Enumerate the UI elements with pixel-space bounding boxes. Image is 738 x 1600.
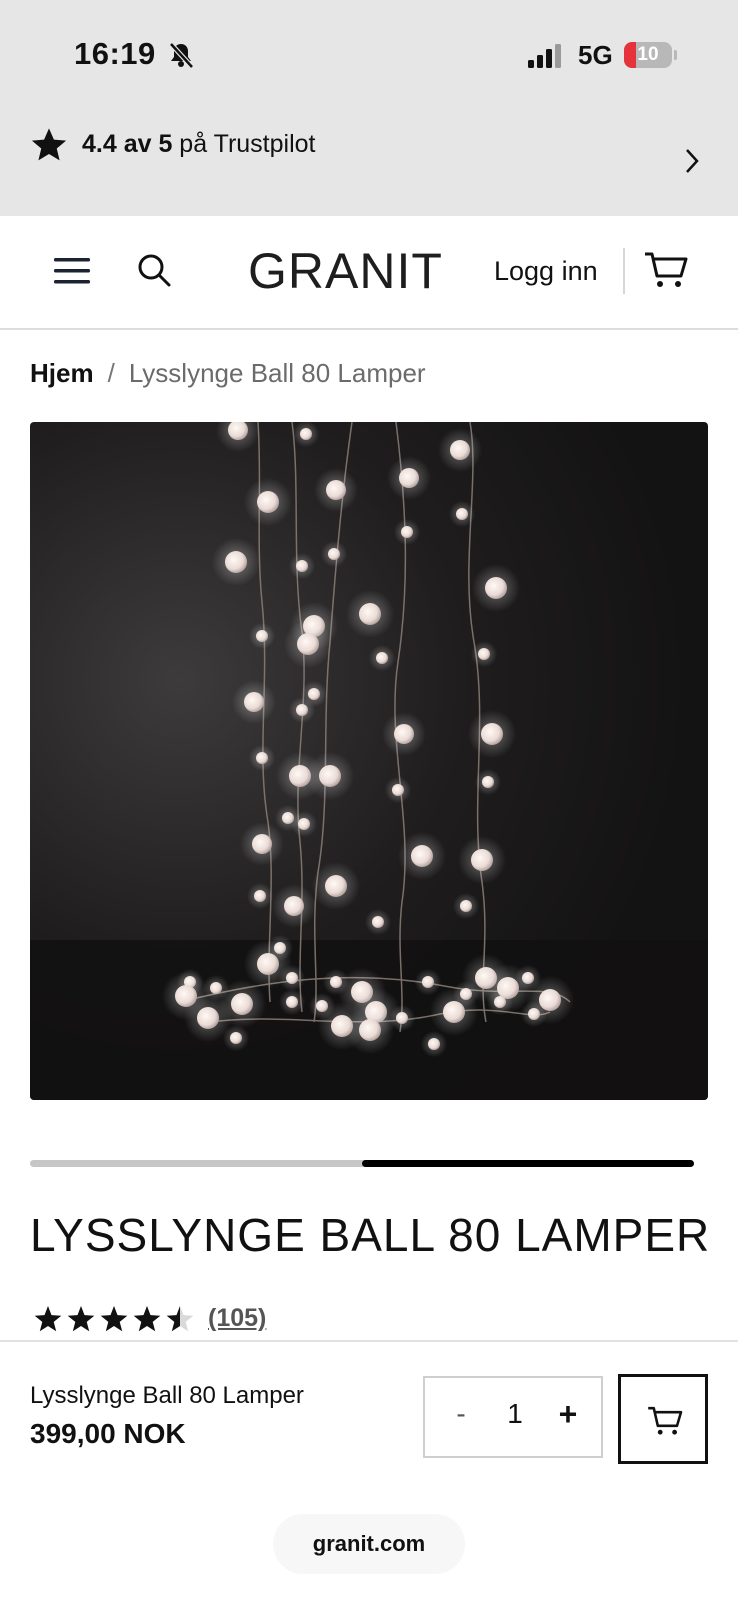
light-bulb <box>422 976 434 988</box>
purchase-bar-price: 399,00 NOK <box>30 1418 186 1449</box>
purchase-bar-product-name: Lysslynge Ball 80 Lamper <box>30 1382 304 1409</box>
browser-url-pill[interactable]: granit.com <box>273 1514 465 1574</box>
add-to-cart-button[interactable] <box>618 1374 708 1464</box>
light-bulb <box>256 630 268 642</box>
product-title: LYSSLYNGE BALL 80 LAMPER <box>30 1209 711 1261</box>
light-bulb <box>225 551 247 573</box>
light-bulb <box>308 688 320 700</box>
granit-logo[interactable]: GRANIT <box>248 242 443 300</box>
light-bulb <box>456 508 468 520</box>
light-bulb <box>478 648 490 660</box>
light-bulb <box>296 704 308 716</box>
light-bulb <box>326 480 346 500</box>
light-bulb <box>401 526 413 538</box>
light-bulb <box>450 440 470 460</box>
rating-stars-icon <box>34 1306 194 1332</box>
login-link[interactable]: Logg inn <box>494 256 598 287</box>
light-bulb <box>428 1038 440 1050</box>
add-to-cart-icon <box>648 1406 683 1435</box>
light-bulb <box>482 776 494 788</box>
quantity-stepper: - 1 + <box>423 1376 603 1458</box>
light-bulb <box>296 560 308 572</box>
light-bulb <box>254 890 266 902</box>
quantity-decrease-button[interactable]: - <box>449 1398 473 1430</box>
light-bulb <box>300 428 312 440</box>
header-divider <box>623 248 625 294</box>
light-bulb <box>460 900 472 912</box>
light-bulb <box>522 972 534 984</box>
light-bulb <box>257 491 279 513</box>
light-bulb <box>297 633 319 655</box>
trustpilot-label: på Trustpilot <box>172 130 316 158</box>
light-bulb <box>325 875 347 897</box>
battery-nub <box>674 50 677 60</box>
light-bulb <box>244 692 264 712</box>
rating-star-filled <box>100 1306 128 1332</box>
review-count-link[interactable]: (105) <box>208 1304 266 1333</box>
hamburger-menu-icon[interactable] <box>54 256 90 286</box>
light-bulb <box>231 993 253 1015</box>
light-bulb <box>359 603 381 625</box>
light-bulb <box>256 752 268 764</box>
light-bulb <box>319 765 341 787</box>
light-bulb <box>316 1000 328 1012</box>
light-bulb <box>372 916 384 928</box>
gallery-progress-track[interactable] <box>30 1160 694 1167</box>
light-bulb <box>396 1012 408 1024</box>
cart-icon[interactable] <box>644 250 688 290</box>
product-image[interactable] <box>30 422 708 1100</box>
light-bulb <box>528 1008 540 1020</box>
trustpilot-score: 4.4 av 5 <box>82 130 173 158</box>
product-photo <box>30 422 708 1100</box>
light-bulb <box>284 896 304 916</box>
light-bulb <box>230 1032 242 1044</box>
bell-muted-icon <box>169 42 194 69</box>
site-header: GRANIT Logg inn <box>0 216 738 330</box>
light-bulb <box>286 972 298 984</box>
light-bulb <box>376 652 388 664</box>
trustpilot-rating-link[interactable]: 4.4 av 5 på Trustpilot <box>82 130 316 159</box>
quantity-increase-button[interactable]: + <box>553 1396 583 1433</box>
rating-star-filled <box>67 1306 95 1332</box>
breadcrumb: Hjem / Lysslynge Ball 80 Lamper <box>30 358 426 389</box>
rating-star-filled <box>34 1306 62 1332</box>
network-type: 5G <box>578 40 613 70</box>
light-bulb <box>471 849 493 871</box>
gallery-progress-indicator <box>362 1160 694 1167</box>
battery-percent: 10 <box>637 44 659 65</box>
light-bulb <box>359 1019 381 1041</box>
rating-star-filled <box>133 1306 161 1332</box>
light-bulb <box>399 468 419 488</box>
trustpilot-star-icon[interactable] <box>30 126 68 164</box>
breadcrumb-separator: / <box>107 358 115 388</box>
light-bulb <box>210 982 222 994</box>
light-bulb <box>286 996 298 1008</box>
chevron-right-icon[interactable] <box>682 146 702 176</box>
breadcrumb-home[interactable]: Hjem <box>30 358 94 388</box>
light-bulb <box>392 784 404 796</box>
light-bulb <box>494 996 506 1008</box>
quantity-value[interactable]: 1 <box>499 1398 531 1430</box>
light-bulb <box>411 845 433 867</box>
search-icon[interactable] <box>136 252 172 288</box>
light-bulb <box>257 953 279 975</box>
light-bulb <box>298 818 310 830</box>
light-bulb <box>394 724 414 744</box>
signal-strength-icon <box>528 44 561 68</box>
light-bulb <box>175 985 197 1007</box>
status-time: 16:19 <box>74 36 156 71</box>
light-bulb <box>481 723 503 745</box>
light-bulb <box>328 548 340 560</box>
light-bulb <box>252 834 272 854</box>
breadcrumb-current: Lysslynge Ball 80 Lamper <box>128 358 426 388</box>
light-bulb <box>485 577 507 599</box>
top-banner-area <box>0 0 738 216</box>
battery-icon: 10 <box>624 42 672 68</box>
